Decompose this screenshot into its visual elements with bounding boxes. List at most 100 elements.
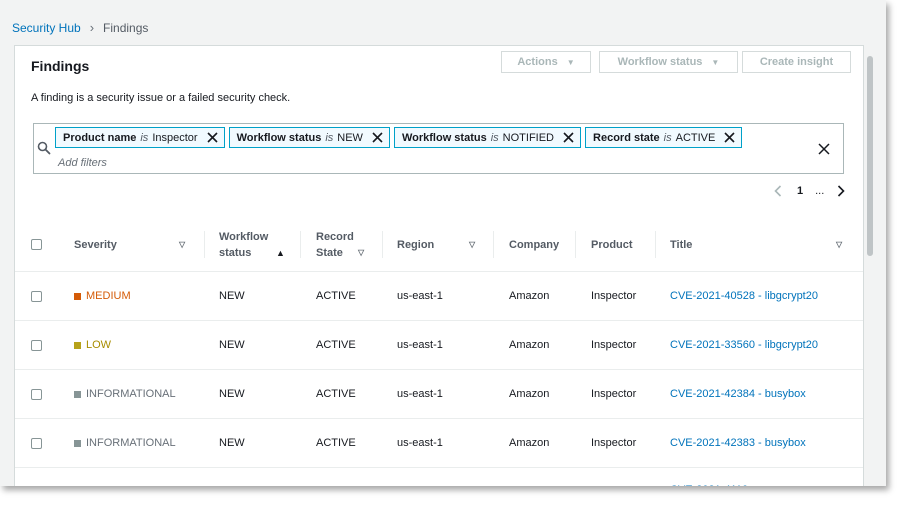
column-region-label: Region [397,238,435,251]
product-cell: Inspector [591,437,637,449]
severity-label: INFORMATIONAL [86,388,176,400]
row-select-cell [31,321,42,369]
severity-indicator [74,292,81,300]
close-icon[interactable] [372,132,383,143]
clear-filters-icon[interactable] [818,143,830,155]
column-workflow-status-label-2: status [219,246,252,259]
row-checkbox[interactable] [31,290,42,302]
company-cell: Amazon [509,290,550,302]
workflow-cell: NEW [219,388,245,400]
finding-title-link[interactable]: CVE-2021-33560 - libgcrypt20 [670,321,818,369]
filter-token-key: Product name [63,131,137,144]
severity-cell: INFORMATIONAL [74,419,176,467]
chevron-left-icon[interactable] [773,185,783,197]
page-title: Findings [31,58,90,74]
sort-caret-icon: ▽ [469,240,476,249]
severity-cell: INFORMATIONAL [74,370,176,418]
severity-cell: LOW [74,321,111,369]
region-cell: us-east-1 [397,339,443,351]
column-record-state[interactable]: Record State ▽ [316,218,396,271]
filter-bar[interactable]: Product name is Inspector Workflow statu… [33,123,844,174]
severity-label: LOW [86,339,112,351]
column-company[interactable]: Company [509,218,589,271]
sort-caret-icon: ▽ [836,240,843,249]
workflow-cell: NEW [219,290,245,302]
page-ellipsis: ... [815,185,825,197]
column-workflow-status[interactable]: Workflow status ▲ [219,218,299,271]
vertical-scrollbar[interactable] [866,52,874,486]
table-header: Severity ▽ Workflow status ▲ Record Stat… [15,218,863,272]
record-state-cell: ACTIVE [316,388,356,400]
filter-token-operator: is [663,131,672,144]
region-cell: us-east-1 [397,437,443,449]
region-cell: us-east-1 [397,388,443,400]
row-select-cell [31,419,42,467]
column-company-label: Company [509,238,560,251]
product-cell: Inspector [591,290,637,302]
actions-button[interactable]: Actions ▼ [501,51,591,73]
row-checkbox[interactable] [31,437,42,449]
row-checkbox[interactable] [31,339,42,351]
page-number[interactable]: 1 [797,185,803,197]
column-severity[interactable]: Severity ▽ [74,218,204,271]
caret-down-icon: ▼ [566,57,575,67]
close-icon[interactable] [206,132,218,143]
filter-token-value: Inspector [152,131,198,144]
column-divider [300,231,301,258]
filter-token: Record state is ACTIVE [585,127,743,148]
breadcrumb-security-hub[interactable]: Security Hub [12,21,81,35]
breadcrumb-findings: Findings [103,20,149,35]
record-state-cell: ACTIVE [316,290,356,302]
filter-token-value: NOTIFIED [502,131,555,144]
sort-caret-icon: ▽ [358,248,365,257]
finding-title-link[interactable]: CVE-2021-40528 - libgcrypt20 [670,272,818,320]
filter-token: Workflow status is NEW [228,127,390,148]
workflow-cell: NEW [219,437,245,449]
table-row[interactable]: INFORMATIONAL NEW ACTIVE us-east-1 Amazo… [15,419,863,468]
findings-panel: Findings A finding is a security issue o… [14,45,864,486]
create-insight-button-label: Create insight [759,56,834,68]
select-all-checkbox[interactable] [31,239,42,250]
company-cell: Amazon [509,437,550,449]
severity-indicator [74,341,81,349]
chevron-right-icon: › [89,20,95,35]
finding-title-link[interactable]: CVE-2021-4110 [670,468,748,486]
scrollbar-thumb[interactable] [867,56,873,256]
add-filters-input[interactable]: Add filters [58,157,107,169]
finding-title-link[interactable]: CVE-2021-42383 - busybox [670,419,806,467]
severity-label: MEDIUM [86,290,131,302]
table-row[interactable]: LOW NEW ACTIVE us-east-1 Amazon Inspecto… [15,321,863,370]
column-divider [655,231,656,258]
column-record-state-label-2: State [316,246,343,259]
workflow-status-button[interactable]: Workflow status ▼ [599,51,738,73]
row-checkbox[interactable] [31,388,42,400]
close-icon[interactable] [724,132,735,143]
record-state-cell: ACTIVE [316,437,356,449]
column-title[interactable]: Title ▽ [670,218,850,271]
caret-down-icon: ▼ [711,57,720,67]
column-workflow-status-label-1: Workflow [219,230,269,243]
column-record-state-label-1: Record [316,230,354,243]
column-product[interactable]: Product [591,218,671,271]
table-row[interactable]: CVE-2021-4110 [15,468,863,486]
table-row[interactable]: INFORMATIONAL NEW ACTIVE us-east-1 Amazo… [15,370,863,419]
close-icon[interactable] [563,132,574,143]
breadcrumb: Security Hub › Findings [12,20,148,35]
finding-title-link[interactable]: CVE-2021-42384 - busybox [670,370,806,418]
table-row[interactable]: MEDIUM NEW ACTIVE us-east-1 Amazon Inspe… [15,272,863,321]
pagination: 1 ... [773,185,846,197]
column-severity-label: Severity [74,238,117,251]
filter-token-operator: is [140,131,149,144]
filter-token-value: NEW [337,131,363,144]
product-cell: Inspector [591,339,637,351]
sort-caret-icon: ▽ [179,240,186,249]
column-title-label: Title [670,238,693,251]
chevron-right-icon[interactable] [836,185,846,197]
column-region[interactable]: Region ▽ [397,218,507,271]
filter-token-operator: is [325,131,334,144]
filter-token-value: ACTIVE [675,131,716,144]
create-insight-button[interactable]: Create insight [742,51,851,73]
row-select-cell [31,370,42,418]
company-cell: Amazon [509,339,550,351]
column-divider [493,231,494,258]
